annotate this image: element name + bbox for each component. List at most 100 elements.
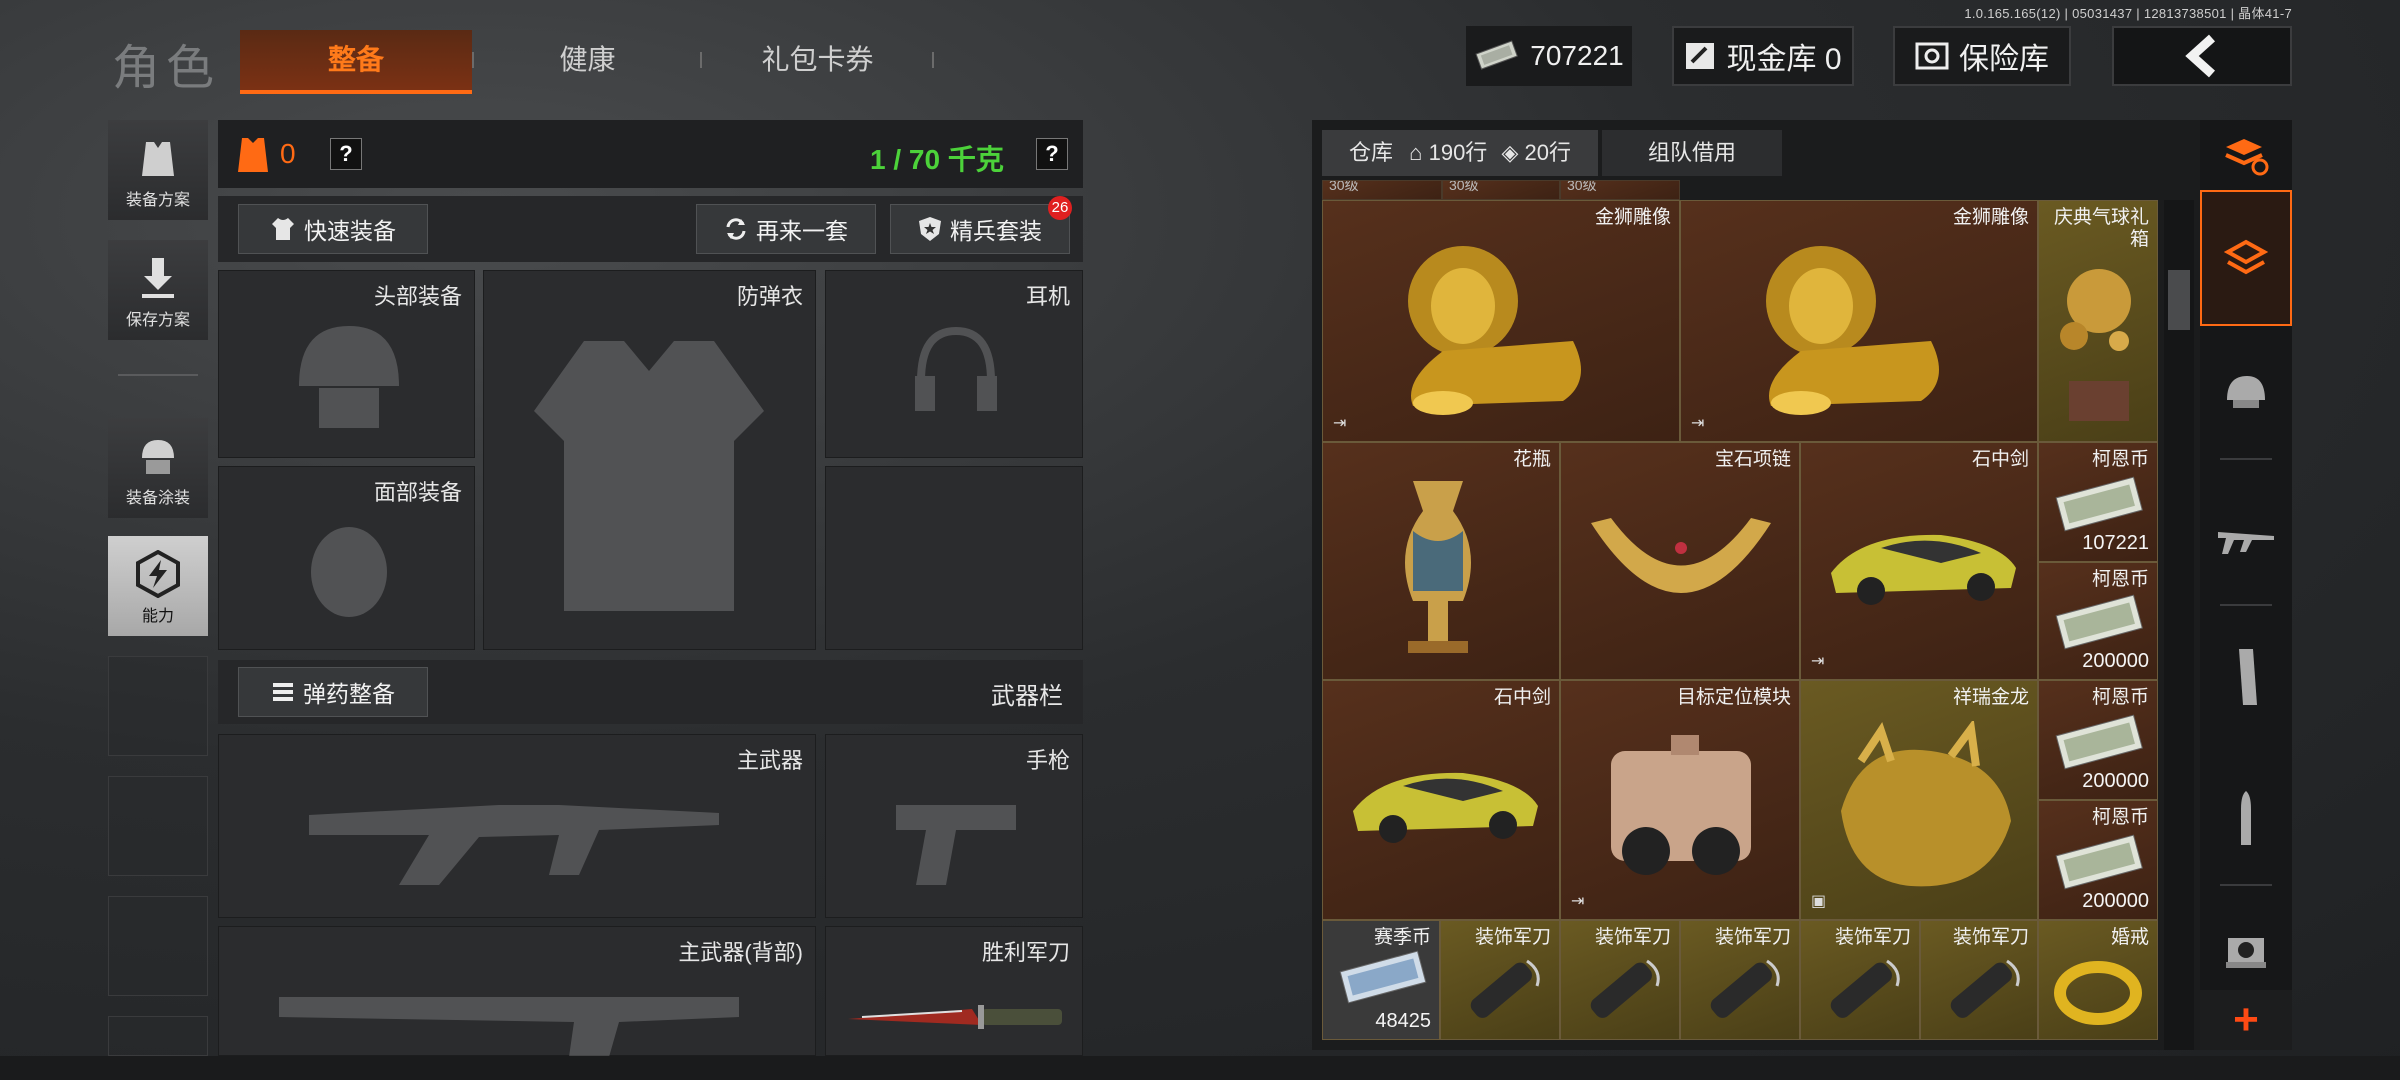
bullet-icon [2241, 791, 2251, 845]
vest-icon [142, 142, 174, 176]
money-display: 707221 [1466, 26, 1632, 86]
tab-health[interactable]: 健康 [480, 30, 695, 90]
inventory-item-sword-in-stone-car[interactable]: 石中剑 [1322, 680, 1560, 920]
rail-divider [2220, 604, 2272, 606]
equip-again-label: 再来一套 [756, 218, 848, 244]
partial-item-cell[interactable]: 30级 [1322, 180, 1442, 200]
category-rifle[interactable] [2200, 486, 2292, 590]
sort-button[interactable] [2200, 120, 2292, 192]
cash-stack-icon [1475, 40, 1519, 70]
victory-knife-icon [848, 1005, 1062, 1029]
inventory-item-vase[interactable]: 花瓶 [1322, 442, 1560, 680]
category-helmet[interactable] [2200, 340, 2292, 444]
head-gear-slot[interactable]: 头部装备 [218, 270, 475, 458]
partial-item-cell[interactable]: 30级 [1442, 180, 1560, 200]
inventory-item-wedding-ring[interactable]: 婚戒 [2038, 920, 2158, 1040]
ability-label: 能力 [141, 608, 174, 625]
inventory-item-decor-knife[interactable]: 装饰军刀 [1560, 920, 1680, 1040]
inventory-item-kean-coin[interactable]: 柯恩币 107221 [2038, 442, 2158, 562]
inventory-scrollbar[interactable] [2164, 200, 2194, 1050]
back-button[interactable] [2112, 26, 2292, 86]
gear-skin-label: 装备涂装 [125, 490, 190, 507]
inventory-item-kean-coin[interactable]: 柯恩币 200000 [2038, 562, 2158, 680]
safe-button[interactable]: 保险库 [1893, 26, 2071, 86]
team-borrow-tab[interactable]: 组队借用 [1602, 130, 1782, 176]
item-quantity: 200000 [2082, 770, 2149, 792]
inventory-item-decor-knife[interactable]: 装饰军刀 [1440, 920, 1560, 1040]
save-plan-button[interactable]: 保存方案 [108, 240, 208, 340]
category-attachment[interactable] [2200, 900, 2292, 1000]
tab-gift-coupons[interactable]: 礼包卡券 [700, 30, 935, 90]
partial-item-label: 30级 [1329, 180, 1359, 193]
gear-skin-button[interactable]: 装备涂装 [108, 418, 208, 518]
inventory-item-gold-lion[interactable]: 金狮雕像 ⇥ [1322, 200, 1680, 442]
item-name: 花瓶 [1512, 449, 1551, 470]
bolt-icon [136, 550, 180, 598]
face-gear-slot[interactable]: 面部装备 [218, 466, 475, 650]
quick-equip-button[interactable]: 快速装备 [238, 204, 428, 254]
inventory-item-decor-knife[interactable]: 装饰军刀 [1920, 920, 2038, 1040]
inventory-item-gem-necklace[interactable]: 宝石项链 [1560, 442, 1800, 680]
knife-slot[interactable]: 胜利军刀 [825, 926, 1083, 1056]
pistol-slot[interactable]: 手枪 [825, 734, 1083, 918]
exit-icon: ⇥ [1811, 653, 1825, 670]
armor-help-button[interactable]: ? [330, 138, 362, 170]
save-plan-label: 保存方案 [125, 312, 190, 329]
rifle-icon [309, 805, 719, 885]
back-primary-weapon-slot[interactable]: 主武器(背部) [218, 926, 816, 1057]
category-all[interactable] [2200, 190, 2292, 326]
equip-again-button[interactable]: 再来一套 [696, 204, 876, 254]
inventory-item-balloon-box[interactable]: 庆典气球礼箱 [2038, 200, 2158, 442]
inventory-item-kean-coin[interactable]: 柯恩币 200000 [2038, 800, 2158, 920]
item-name: 柯恩币 [2091, 807, 2149, 828]
plus-icon: + [2233, 995, 2259, 1044]
item-name: 金狮雕像 [1594, 207, 1671, 228]
shield-icon [919, 217, 941, 241]
home-icon: ⌂ [1409, 140, 1423, 165]
refresh-icon [726, 218, 746, 240]
item-quantity: 200000 [2082, 890, 2149, 912]
tab-gear[interactable]: 整备 [240, 30, 472, 94]
elite-set-button[interactable]: 精兵套装 [890, 204, 1070, 254]
armor-count: 0 [280, 138, 296, 169]
inventory-item-golden-dragon[interactable]: 祥瑞金龙 ▣ [1800, 680, 2038, 920]
magazine-icon [2239, 649, 2257, 705]
cash-vault-button[interactable]: 现金库 0 [1672, 26, 1854, 86]
inventory-item-decor-knife[interactable]: 装饰军刀 [1800, 920, 1920, 1040]
category-ammo[interactable] [2200, 767, 2292, 871]
item-name: 装饰军刀 [1594, 927, 1671, 948]
money-amount: 707221 [1530, 40, 1624, 71]
gear-status-bar: 0 ? 1 / 70 千克 ? [218, 120, 1083, 188]
weight-help-button[interactable]: ? [1036, 138, 1068, 170]
headset-icon [915, 326, 997, 411]
empty-menu-slot [108, 776, 208, 876]
inventory-item-season-coin[interactable]: 赛季币 48425 [1322, 920, 1440, 1040]
category-magazine[interactable] [2200, 625, 2292, 729]
item-name: 装饰军刀 [1714, 927, 1791, 948]
add-category-button[interactable]: + [2200, 990, 2292, 1050]
cash-stack-icon [2055, 834, 2143, 890]
folding-knife-icon [1470, 959, 1540, 1018]
inventory-item-gold-lion[interactable]: 金狮雕像 ⇥ [1680, 200, 2038, 442]
partial-item-cell[interactable]: 30级 [1560, 180, 1680, 200]
weapon-bar-label: 武器栏 [991, 683, 1063, 710]
inventory-item-sword-in-stone-car[interactable]: 石中剑 ⇥ [1800, 442, 2038, 680]
ability-button[interactable]: 能力 [108, 536, 208, 636]
headset-slot[interactable]: 耳机 [825, 270, 1083, 458]
warehouse-tab[interactable]: 仓库 ⌂ 190行 ◈ 20行 [1322, 130, 1598, 176]
exit-icon: ⇥ [1333, 415, 1347, 432]
inventory-item-decor-knife[interactable]: 装饰军刀 [1680, 920, 1800, 1040]
ammo-prep-button[interactable]: 弹药整备 [238, 667, 428, 717]
build-info: 1.0.165.165(12) | 05031437 | 12813738501… [1964, 6, 2292, 21]
assault-rifle-icon [2218, 532, 2274, 554]
bottom-bar [0, 1056, 2400, 1080]
primary-weapon-slot[interactable]: 主武器 [218, 734, 816, 918]
body-armor-slot[interactable]: 防弹衣 [483, 270, 816, 650]
cash-vault-icon [1686, 43, 1715, 69]
loadout-plan-button[interactable]: 装备方案 [108, 120, 208, 220]
inventory-item-kean-coin[interactable]: 柯恩币 200000 [2038, 680, 2158, 800]
rows-count-a: 190行 [1428, 140, 1488, 165]
inventory-item-target-module[interactable]: 目标定位模块 ⇥ [1560, 680, 1800, 920]
armor-icon [238, 138, 268, 172]
scrollbar-thumb[interactable] [2168, 270, 2190, 330]
